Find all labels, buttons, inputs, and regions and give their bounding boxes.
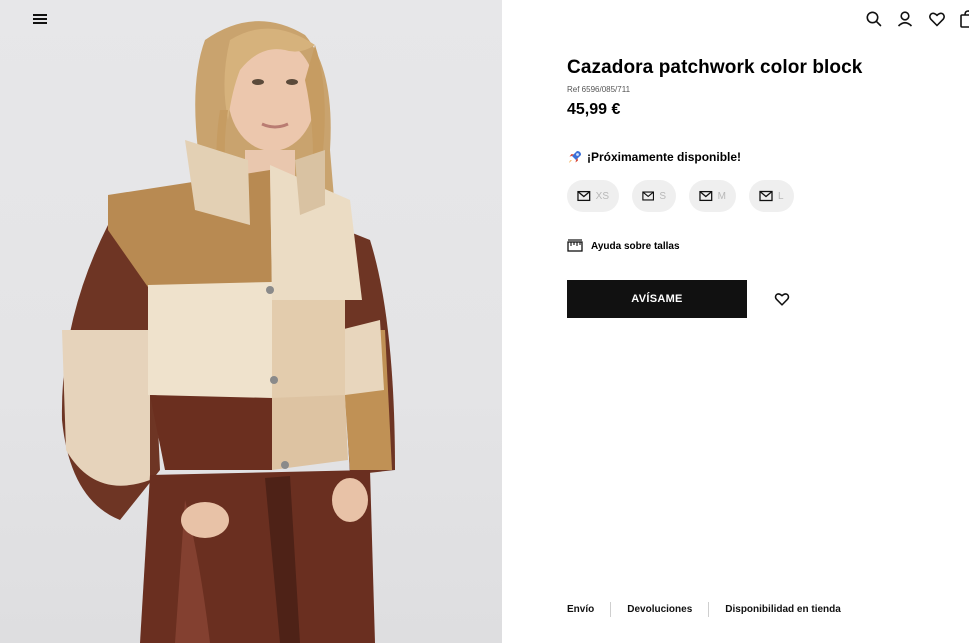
availability-text: ¡Próximamente disponible!: [587, 150, 742, 164]
footer-link-store-availability[interactable]: Disponibilidad en tienda: [725, 604, 841, 615]
ruler-icon: [567, 239, 583, 252]
product-price: 45,99 €: [567, 101, 621, 118]
size-label: XS: [595, 190, 609, 202]
size-option-m[interactable]: M: [689, 180, 736, 212]
product-ref: Ref 6596/085/711: [567, 85, 631, 94]
size-option-s[interactable]: S: [632, 180, 676, 212]
product-page: Cazadora patchwork color block Ref 6596/…: [0, 0, 969, 643]
mail-icon: [642, 191, 655, 201]
divider: [708, 602, 710, 617]
size-help-label: Ayuda sobre tallas: [591, 240, 680, 252]
divider: [610, 602, 612, 617]
footer-links: Envío Devoluciones Disponibilidad en tie…: [567, 602, 841, 617]
size-label: L: [778, 190, 784, 202]
size-help-link[interactable]: Ayuda sobre tallas: [567, 239, 680, 253]
product-title: Cazadora patchwork color block: [567, 57, 863, 78]
size-selector: XS S M L: [567, 180, 807, 212]
product-photo-illustration: [61, 21, 395, 643]
availability-notice: ¡Próximamente disponible!: [567, 149, 741, 165]
mail-icon: [699, 190, 713, 202]
size-option-xs[interactable]: XS: [567, 180, 619, 212]
footer-link-shipping[interactable]: Envío: [567, 604, 594, 615]
product-info: Cazadora patchwork color block Ref 6596/…: [567, 0, 969, 643]
size-label: S: [659, 190, 666, 202]
notify-me-button[interactable]: AVÍSAME: [567, 280, 747, 318]
mail-icon: [577, 190, 591, 202]
mail-icon: [759, 190, 773, 202]
rocket-icon: [569, 151, 581, 163]
size-label: M: [717, 190, 726, 202]
size-option-l[interactable]: L: [749, 180, 794, 212]
hamburger-menu-icon[interactable]: [33, 12, 47, 26]
footer-link-returns[interactable]: Devoluciones: [627, 604, 692, 615]
product-image[interactable]: [0, 0, 502, 643]
add-to-wishlist-heart-icon[interactable]: [773, 290, 791, 308]
